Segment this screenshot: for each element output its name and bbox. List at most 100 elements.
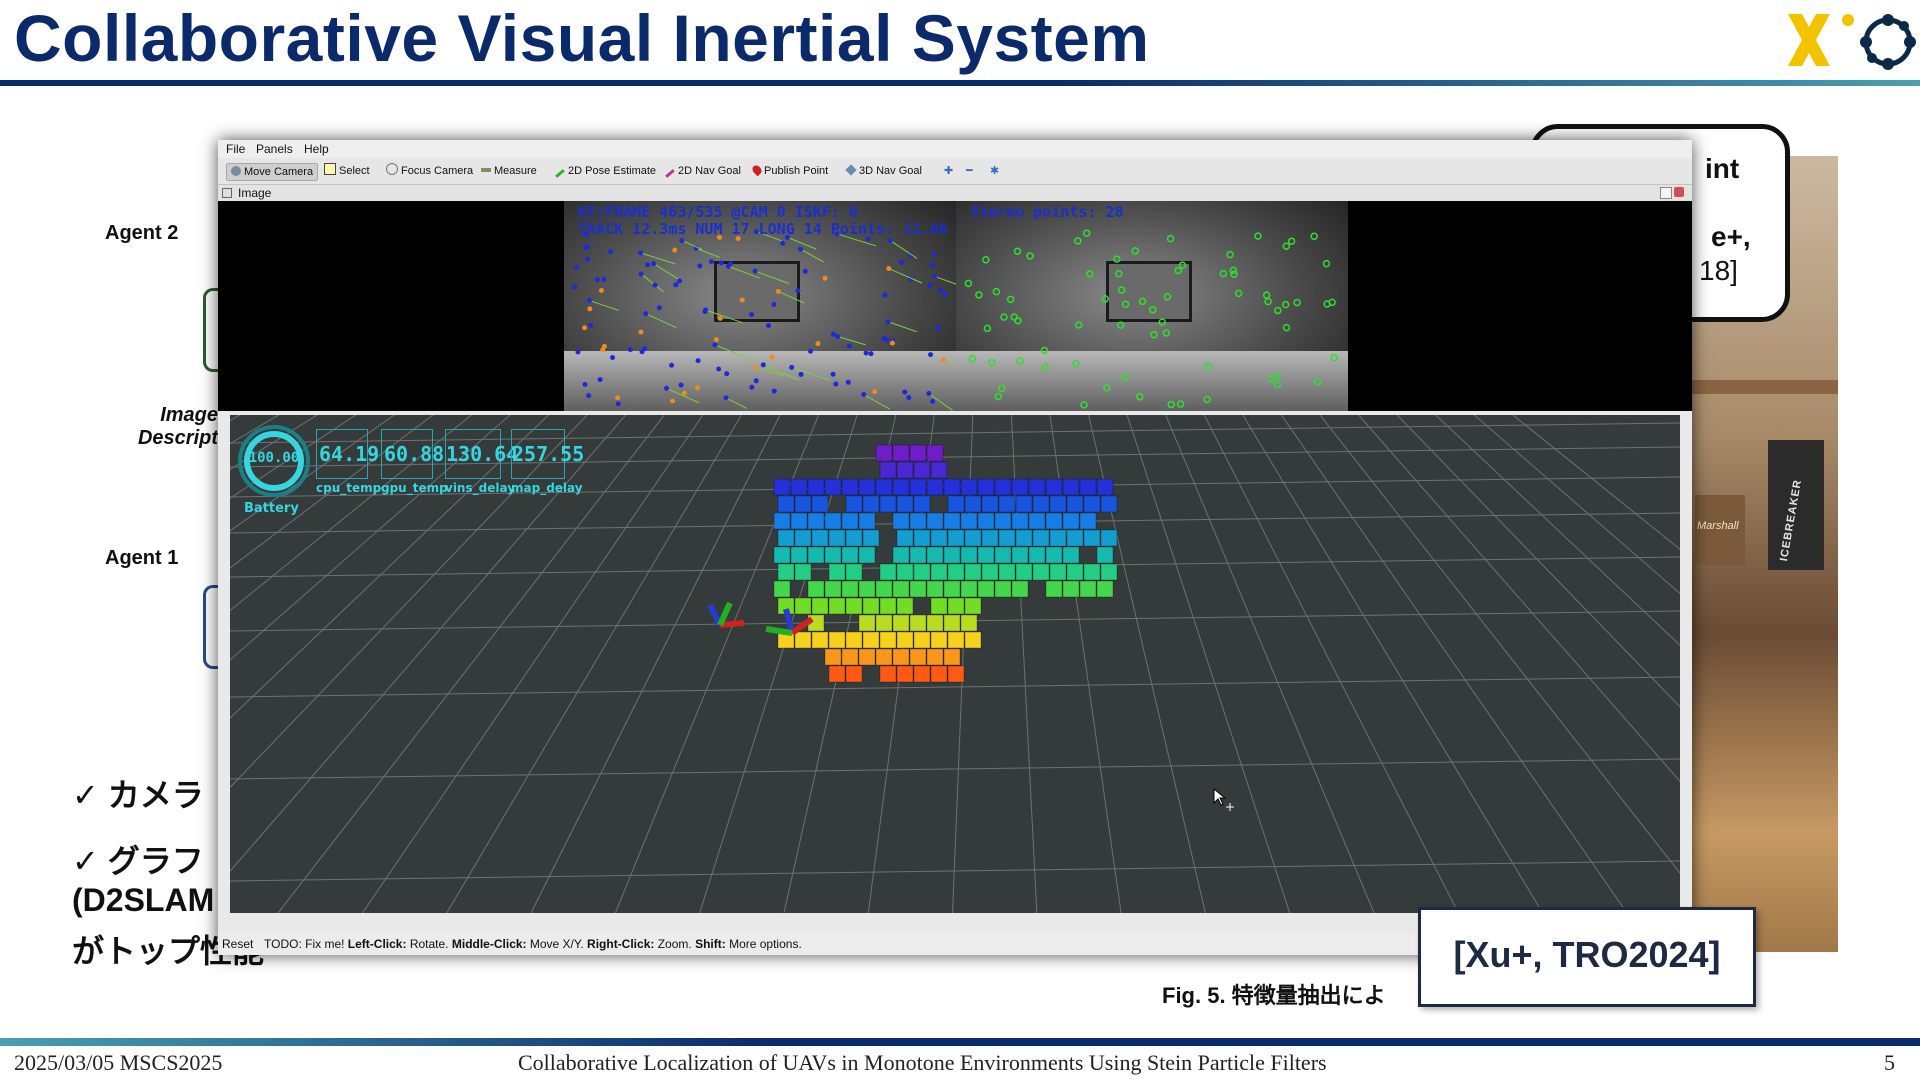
map-delay-value: 257.55	[512, 442, 585, 466]
cam-right-line1: Stereo points: 28	[970, 203, 1124, 221]
drone-frame-axes-icon	[707, 601, 814, 636]
photo-amp-label: Marshall	[1697, 520, 1739, 532]
focus-camera-icon	[386, 163, 398, 175]
status-left-click: Left-Click:	[347, 937, 407, 951]
gear-icon: ✱	[990, 165, 1000, 177]
panel-float-button[interactable]	[1660, 187, 1672, 199]
measure-icon	[481, 168, 491, 172]
nav-goal-icon	[665, 169, 675, 178]
rviz-window: File Panels Help Move Camera Select Focu…	[218, 140, 1692, 955]
tool-3d-nav-goal[interactable]: 3D Nav Goal	[842, 163, 926, 179]
tool-2d-pose-estimate[interactable]: 2D Pose Estimate	[551, 163, 660, 179]
pose-estimate-icon	[555, 169, 565, 178]
hud-metric-gpu: 60.88	[381, 429, 444, 479]
map-delay-label: map_delay	[511, 481, 583, 495]
bullet-camera: ✓ カメラ	[72, 777, 204, 813]
lab-logo-icon	[1788, 14, 1916, 70]
camera-left-image: KF/FRAME 463/535 @CAM 0 ISKF: 0 TRACK 12…	[564, 201, 956, 411]
tool-properties-button[interactable]: ✱	[986, 163, 1003, 179]
status-middle-click: Middle-Click:	[451, 937, 527, 951]
battery-value: 100.00	[248, 450, 300, 466]
tool-publish-point-label: Publish Point	[764, 165, 829, 177]
mouse-cursor-icon	[1213, 787, 1234, 811]
status-left-click-action: Rotate.	[409, 937, 449, 951]
select-icon	[324, 163, 336, 175]
footer-title: Collaborative Localization of UAVs in Mo…	[518, 1050, 1327, 1075]
tool-bar: Move Camera Select Focus Camera Measure …	[218, 158, 1692, 185]
title-underline	[0, 80, 1920, 86]
tool-focus-camera-label: Focus Camera	[401, 165, 474, 177]
footer-bar	[0, 1038, 1920, 1046]
reference-text: [Xu+, TRO2024]	[1453, 934, 1721, 975]
image-descriptor-line2: Descript	[137, 427, 218, 449]
add-tool-button[interactable]: ✚	[940, 163, 957, 179]
menu-help[interactable]: Help	[304, 142, 329, 156]
menu-panels[interactable]: Panels	[256, 142, 293, 156]
tool-3d-nav-goal-label: 3D Nav Goal	[859, 165, 922, 177]
menu-bar: File Panels Help	[218, 140, 1692, 158]
image-panel-title-bar: Image	[218, 185, 1692, 201]
reference-box: [Xu+, TRO2024]	[1418, 907, 1756, 1007]
image-descriptor-line1: Image	[160, 404, 218, 426]
remove-tool-button[interactable]: ━	[962, 163, 977, 179]
footer-date: 2025/03/05 MSCS2025	[14, 1050, 223, 1075]
menu-file[interactable]: File	[226, 142, 245, 156]
tool-move-camera-label: Move Camera	[244, 166, 314, 178]
cam-left-line2: TRACK 12.3ms NUM 17 LONG 14 Points: 11.6…	[578, 220, 949, 238]
tool-nav-goal-label: 2D Nav Goal	[678, 165, 741, 177]
gpu-temp-label: gpu_temp	[381, 481, 448, 495]
publish-point-icon	[750, 163, 764, 177]
image-panel-title: Image	[238, 186, 272, 200]
callout-line3: 18]	[1699, 255, 1738, 286]
battery-gauge: 100.00	[236, 423, 312, 499]
3d-nav-goal-icon	[845, 164, 857, 176]
tool-select-label: Select	[339, 165, 370, 177]
right-feature-points	[964, 229, 1338, 409]
footer-page-number: 5	[1884, 1050, 1895, 1075]
cpu-temp-label: cpu_temp	[316, 481, 382, 495]
image-descriptor-label: Image Descript	[118, 404, 218, 450]
callout-line1: int	[1705, 153, 1740, 184]
agent-2-label: Agent 2	[105, 222, 179, 244]
hud-metric-map-delay: 257.55	[511, 429, 584, 479]
hud-metric-vins-delay: 130.64	[445, 429, 518, 479]
callout-line2: e+,	[1711, 221, 1751, 252]
slide-title: Collaborative Visual Inertial System	[14, 1, 1150, 75]
image-panel: KF/FRAME 463/535 @CAM 0 ISKF: 0 TRACK 12…	[218, 201, 1692, 411]
tool-focus-camera[interactable]: Focus Camera	[382, 163, 477, 179]
vins-delay-value: 130.64	[446, 442, 519, 466]
status-right-click-action: Zoom.	[657, 937, 692, 951]
minus-icon: ━	[966, 165, 973, 177]
tool-publish-point[interactable]: Publish Point	[749, 163, 832, 179]
hud-metric-cpu: 64.19	[316, 429, 379, 479]
status-right-click: Right-Click:	[587, 937, 655, 951]
3d-view[interactable]: 100.00 Battery 64.19 cpu_temp 60.88 gpu_…	[230, 415, 1680, 913]
vins-delay-label: vins_delay	[445, 481, 516, 495]
camera-right-image: Stereo points: 28	[956, 201, 1348, 411]
bullet-graph-line1: ✓ グラフ	[72, 843, 204, 879]
reset-button[interactable]: Reset	[222, 933, 253, 955]
tool-pose-estimate-label: 2D Pose Estimate	[568, 165, 657, 177]
status-middle-click-action: Move X/Y.	[529, 937, 584, 951]
cam-left-line1: KF/FRAME 463/535 @CAM 0 ISKF: 0	[578, 203, 858, 221]
tool-move-camera[interactable]: Move Camera	[226, 163, 319, 181]
photo-shelf	[1690, 380, 1838, 394]
status-shift-action: More options.	[729, 937, 802, 951]
panel-close-button[interactable]	[1674, 187, 1684, 197]
agent-1-label: Agent 1	[105, 547, 179, 569]
move-camera-icon	[231, 166, 241, 176]
gpu-temp-value: 60.88	[384, 442, 445, 466]
bullet-graph-line2: (D2SLAM	[72, 882, 215, 918]
status-hint: TODO: Fix me! Left-Click: Rotate. Middle…	[264, 933, 802, 955]
tool-2d-nav-goal[interactable]: 2D Nav Goal	[661, 163, 745, 179]
tool-measure[interactable]: Measure	[477, 163, 541, 179]
panel-icon	[222, 188, 232, 198]
tool-measure-label: Measure	[494, 165, 537, 177]
photo-book-spine: ICEBREAKER	[1778, 479, 1804, 680]
tool-select[interactable]: Select	[320, 163, 374, 179]
cpu-temp-value: 64.19	[319, 442, 380, 466]
battery-label: Battery	[244, 501, 299, 516]
plus-icon: ✚	[944, 165, 954, 177]
figure-caption: Fig. 5. 特徴量抽出によ	[1162, 983, 1386, 1008]
status-shift: Shift:	[695, 937, 726, 951]
